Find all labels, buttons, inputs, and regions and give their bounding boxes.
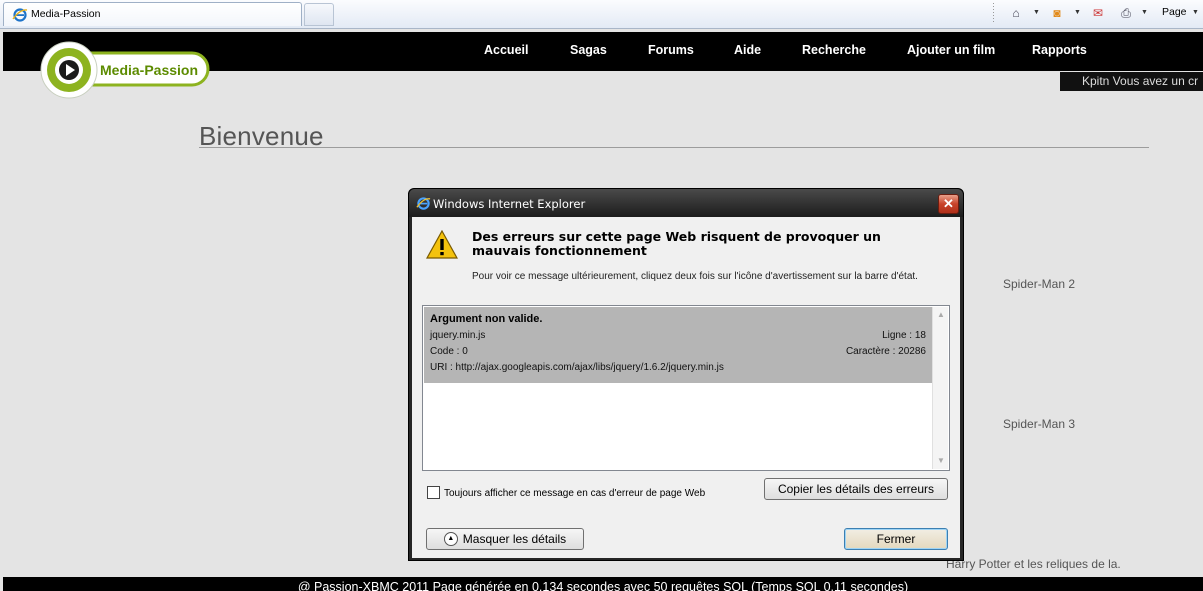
script-error-dialog: Windows Internet Explorer ✕ Des erreurs … — [408, 188, 964, 561]
rss-feed-icon[interactable]: ◙ — [1047, 3, 1067, 23]
chevron-down-icon[interactable]: ▼ — [1141, 9, 1148, 16]
close-button[interactable]: Fermer — [844, 528, 948, 550]
close-button-label: Fermer — [876, 532, 916, 546]
logo-text: Media-Passion — [100, 62, 198, 78]
close-icon[interactable]: ✕ — [938, 194, 959, 214]
hide-details-button[interactable]: ▲ Masquer les détails — [426, 528, 584, 550]
scroll-up-icon[interactable]: ▲ — [935, 309, 947, 321]
browser-tab-active[interactable]: Media-Passion — [3, 2, 302, 26]
error-code: Code : 0 — [430, 346, 468, 357]
movie-title-link[interactable]: Harry Potter et les reliques de la. — [946, 557, 1121, 571]
dialog-heading: Des erreurs sur cette page Web risquent … — [472, 229, 881, 258]
hide-button-label: Masquer les détails — [462, 532, 567, 546]
dialog-body: Des erreurs sur cette page Web risquent … — [412, 217, 960, 558]
error-uri: URI : http://ajax.googleapis.com/ajax/li… — [430, 362, 724, 373]
print-icon[interactable]: ⎙ — [1116, 3, 1136, 23]
error-title: Argument non valide. — [430, 313, 543, 325]
mail-icon[interactable]: ✉ — [1088, 3, 1108, 23]
toolbar-separator — [993, 3, 994, 23]
error-entry[interactable]: Argument non valide. jquery.min.js Ligne… — [424, 307, 932, 383]
chevron-down-icon[interactable]: ▼ — [1074, 9, 1081, 16]
dialog-titlebar[interactable]: Windows Internet Explorer ✕ — [409, 189, 963, 217]
always-show-label[interactable]: Toujours afficher ce message en cas d'er… — [444, 488, 705, 499]
error-scrollbar[interactable]: ▲ ▼ — [932, 307, 948, 469]
site-logo[interactable]: Media-Passion — [38, 40, 210, 100]
error-details-list[interactable]: Argument non valide. jquery.min.js Ligne… — [422, 305, 950, 471]
collapse-up-icon: ▲ — [443, 532, 458, 546]
dialog-title: Windows Internet Explorer — [433, 197, 586, 211]
movie-title-link[interactable]: Spider-Man 3 — [1003, 417, 1075, 431]
nav-accueil[interactable]: Accueil — [484, 43, 528, 57]
user-status-strip[interactable]: Kpitn Vous avez un cr — [1060, 72, 1203, 91]
error-file: jquery.min.js — [430, 330, 486, 341]
home-icon[interactable]: ⌂ — [1006, 3, 1026, 23]
logo-graphic: Media-Passion — [40, 41, 210, 99]
movie-title-link[interactable]: Spider-Man 2 — [1003, 277, 1075, 291]
page-footer: @ Passion-XBMC 2011 Page générée en 0.13… — [3, 577, 1203, 591]
nav-rapports[interactable]: Rapports — [1032, 43, 1087, 57]
nav-sagas[interactable]: Sagas — [570, 43, 607, 57]
chevron-down-icon[interactable]: ▼ — [1192, 9, 1199, 16]
title-divider — [199, 147, 1149, 148]
nav-ajouter-un-film[interactable]: Ajouter un film — [907, 43, 995, 57]
page-menu-button[interactable]: Page — [1162, 6, 1187, 18]
ie-icon — [12, 8, 28, 22]
nav-forums[interactable]: Forums — [648, 43, 694, 57]
copy-button-label: Copier les détails des erreurs — [777, 482, 935, 496]
copy-error-details-button[interactable]: Copier les détails des erreurs — [764, 478, 948, 500]
nav-aide[interactable]: Aide — [734, 43, 761, 57]
browser-tab-strip: Media-Passion ⌂ ▼ ◙ ▼ ✉ ⎙ ▼ Page ▼ — [0, 0, 1203, 29]
error-char: Caractère : 20286 — [845, 346, 926, 357]
warning-icon — [426, 230, 458, 259]
browser-tab-title: Media-Passion — [31, 8, 101, 20]
chevron-down-icon[interactable]: ▼ — [1033, 9, 1040, 16]
ie-icon — [416, 197, 431, 210]
nav-recherche[interactable]: Recherche — [802, 43, 866, 57]
error-line: Ligne : 18 — [882, 330, 926, 341]
dialog-hint: Pour voir ce message ultérieurement, cli… — [472, 271, 918, 282]
scroll-down-icon[interactable]: ▼ — [935, 455, 947, 467]
new-tab-button[interactable] — [304, 3, 334, 26]
always-show-checkbox[interactable] — [427, 486, 440, 499]
